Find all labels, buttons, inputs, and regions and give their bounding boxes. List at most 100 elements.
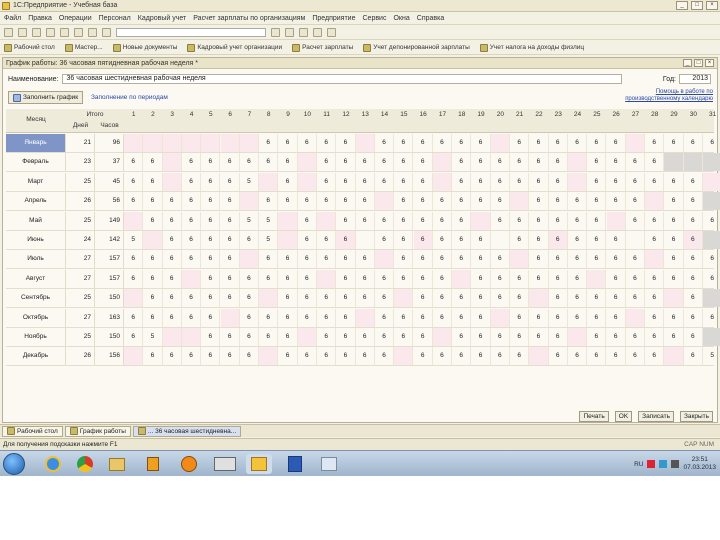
new-icon[interactable] [4,28,13,37]
month-cell[interactable]: Сентябрь [6,289,66,308]
day-cell[interactable]: 6 [278,269,298,288]
day-cell[interactable]: 6 [163,231,182,249]
month-cell[interactable]: Декабрь [6,347,66,366]
day-cell[interactable]: 6 [703,134,720,152]
day-cell[interactable] [452,269,472,288]
day-cell[interactable]: 6 [549,250,568,269]
table-row[interactable]: Июнь 24 142 5 6 6 6 6 6 5 6 6 6 6 6 6 6 6 6 6 6 6 6 6 6 6 6 6 [6,231,720,250]
day-cell[interactable]: 6 [510,172,530,191]
day-cell[interactable] [259,289,279,308]
day-cell[interactable]: 6 [278,134,298,152]
day-cell[interactable] [355,308,375,327]
start-button-icon[interactable] [3,453,25,475]
panel-button[interactable]: Кадровый учет организации [187,43,282,52]
day-cell[interactable]: 6 [240,289,260,308]
word-icon[interactable] [282,454,308,474]
day-cell[interactable]: 6 [356,211,375,230]
doc-close-icon[interactable]: × [705,59,714,67]
day-cell[interactable]: 6 [356,153,375,172]
day-cell[interactable]: 6 [124,269,144,288]
day-cell[interactable]: 6 [607,153,626,172]
day-cell[interactable]: 6 [607,172,626,191]
day-cell[interactable]: 6 [684,347,703,366]
minimize-icon[interactable]: _ [676,1,688,10]
day-cell[interactable]: 6 [452,289,472,308]
day-cell[interactable] [703,328,720,346]
day-cell[interactable]: 6 [491,347,510,366]
day-cell[interactable]: 6 [529,211,549,230]
day-cell[interactable]: 6 [414,134,433,152]
day-cell[interactable]: 6 [587,172,607,191]
day-cell[interactable]: 6 [626,269,646,288]
day-cell[interactable]: 6 [124,308,144,327]
panel-button[interactable]: Учет депонированной зарплаты [363,43,470,52]
day-cell[interactable]: 6 [433,192,453,211]
day-cell[interactable]: 6 [414,211,433,230]
day-cell[interactable]: 6 [317,250,337,269]
day-cell[interactable]: 6 [549,134,568,152]
day-cell[interactable] [124,289,144,308]
day-cell[interactable]: 6 [221,269,240,288]
day-cell[interactable]: 6 [510,231,530,249]
table-row[interactable]: Апрель 26 56 6 6 6 6 6 6 6 6 6 6 6 6 6 6 6 6 6 6 6 6 6 6 6 6 6 6 [6,192,720,212]
day-cell[interactable]: 6 [549,211,568,230]
day-cell[interactable]: 5 [259,231,279,249]
day-cell[interactable]: 5 [240,172,260,191]
day-cell[interactable]: 6 [413,231,433,249]
day-cell[interactable]: 6 [645,328,665,346]
doc-minimize-icon[interactable]: _ [683,59,692,67]
day-cell[interactable]: 6 [317,192,337,211]
day-cell[interactable] [143,231,163,249]
day-cell[interactable]: 6 [221,153,240,172]
day-cell[interactable]: 6 [336,308,356,327]
day-cell[interactable]: 6 [221,347,240,366]
day-cell[interactable]: 6 [548,231,568,249]
day-cell[interactable]: 6 [298,250,317,269]
day-cell[interactable]: 6 [433,347,453,366]
day-cell[interactable] [259,172,279,191]
day-cell[interactable]: 6 [684,134,703,152]
day-cell[interactable]: 6 [587,289,607,308]
day-cell[interactable] [374,250,395,269]
fill-schedule-button[interactable]: Заполнить график [8,91,84,104]
day-cell[interactable] [278,231,298,249]
day-cell[interactable]: 6 [549,289,568,308]
day-cell[interactable]: 6 [452,308,472,327]
day-cell[interactable]: 6 [336,328,356,346]
day-cell[interactable]: 6 [452,328,472,346]
table-row[interactable]: Май 25 149 6 6 6 6 6 5 5 6 6 6 6 6 6 6 6 6 6 6 6 6 6 6 6 6 6 6 [6,211,714,231]
day-cell[interactable] [432,172,453,191]
day-cell[interactable]: 6 [684,172,703,191]
day-cell[interactable]: 6 [394,328,414,346]
day-cell[interactable]: 6 [336,172,356,191]
day-cell[interactable]: 6 [549,192,568,211]
day-cell[interactable]: 6 [471,153,491,172]
day-cell[interactable]: 6 [221,289,240,308]
day-cell[interactable]: 6 [201,231,221,249]
day-cell[interactable]: 6 [471,172,491,191]
day-cell[interactable] [625,308,646,327]
panel-button[interactable]: Новые документы [112,43,177,52]
tray-flag-icon[interactable] [647,460,656,468]
day-cell[interactable] [703,231,720,249]
day-cell[interactable]: 6 [529,134,549,152]
day-cell[interactable] [567,153,588,172]
day-cell[interactable]: 6 [433,289,453,308]
day-cell[interactable] [297,153,317,172]
day-cell[interactable] [394,289,414,308]
day-cell[interactable]: 6 [394,172,414,191]
day-cell[interactable] [510,192,530,211]
day-cell[interactable] [297,328,317,346]
day-cell[interactable] [124,134,144,152]
day-cell[interactable]: 6 [375,269,395,288]
day-cell[interactable]: 6 [703,309,720,327]
day-cell[interactable]: 6 [471,328,491,346]
day-cell[interactable]: 6 [568,250,588,269]
day-cell[interactable]: 6 [664,211,684,230]
day-cell[interactable]: 6 [452,153,472,172]
day-cell[interactable]: 6 [375,134,395,152]
day-cell[interactable]: 6 [529,172,549,191]
day-cell[interactable]: 6 [394,308,414,327]
day-cell[interactable] [432,328,453,346]
day-cell[interactable]: 6 [143,211,163,230]
